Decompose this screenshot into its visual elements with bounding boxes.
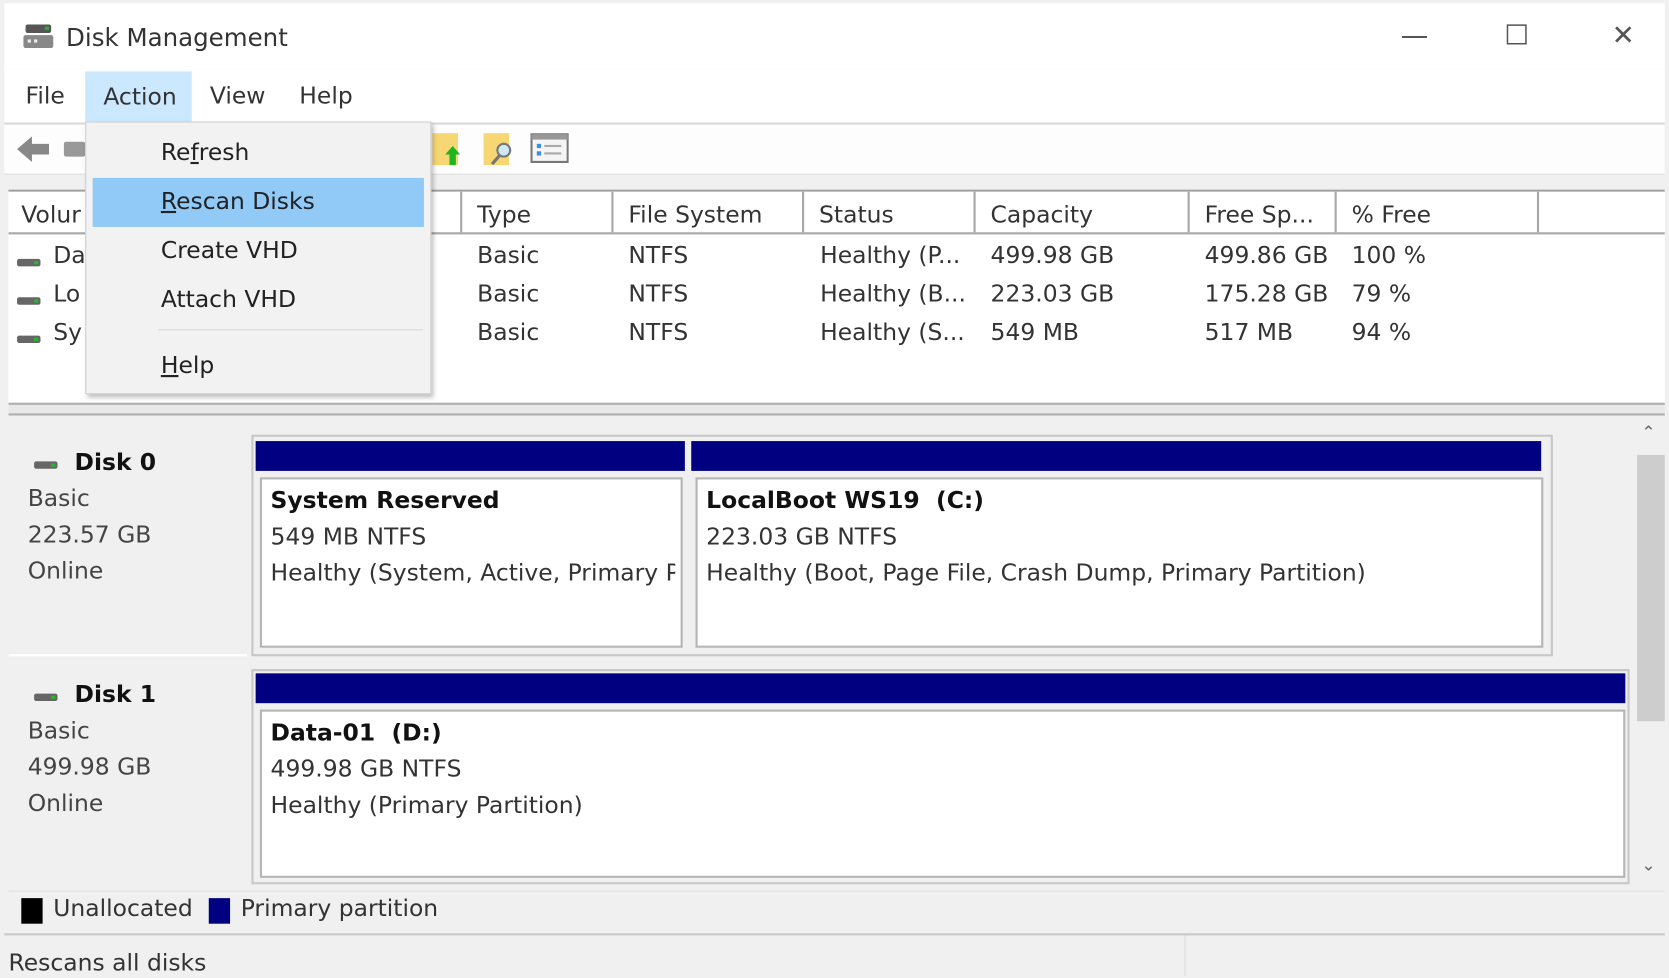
column-header-free-space[interactable]: Free Sp... <box>1190 191 1337 233</box>
volume-free-space: 175.28 GB <box>1204 281 1329 308</box>
partition-size: 499.98 GB NTFS <box>270 756 462 784</box>
disk-type: Basic <box>27 718 90 745</box>
disk-1-partitions: Data-01 (D:) 499.98 GB NTFS Healthy (Pri… <box>251 669 1630 885</box>
partition-size: 549 MB NTFS <box>270 524 427 551</box>
legend: Unallocated Primary partition <box>8 890 1665 933</box>
disk-icon <box>34 693 58 702</box>
minimize-button[interactable]: — <box>1382 20 1446 52</box>
legend-label-unallocated: Unallocated <box>53 896 193 923</box>
menu-item-refresh[interactable]: Refresh <box>86 129 430 178</box>
disk-type: Basic <box>27 485 90 513</box>
partition-d-drive[interactable]: Data-01 (D:) 499.98 GB NTFS Healthy (Pri… <box>259 709 1626 878</box>
menu-help[interactable]: Help <box>295 83 357 110</box>
volume-percent-free: 94 % <box>1351 319 1412 347</box>
legend-label-primary: Primary partition <box>240 896 439 923</box>
disk-size: 223.57 GB <box>27 522 152 549</box>
window-title: Disk Management <box>66 24 288 53</box>
volume-drive-icon <box>17 335 41 344</box>
mnemonic-r: R <box>160 188 177 216</box>
volume-file-system: NTFS <box>628 242 689 270</box>
partition-title: System Reserved <box>270 487 500 515</box>
partition-system-reserved[interactable]: System Reserved 549 MB NTFS Healthy (Sys… <box>259 477 683 648</box>
title-bar: Disk Management — ☐ ✕ <box>4 3 1665 70</box>
disk-name: Disk 1 <box>74 681 157 709</box>
disk-name: Disk 0 <box>74 449 157 477</box>
volume-file-system: NTFS <box>628 319 689 347</box>
folder-search-icon[interactable] <box>481 131 515 171</box>
volume-capacity: 549 MB <box>990 319 1080 347</box>
partition-title: LocalBoot WS19 (C:) <box>706 487 984 515</box>
volume-free-space: 499.86 GB <box>1204 242 1329 270</box>
close-button[interactable]: ✕ <box>1591 20 1655 52</box>
volume-free-space: 517 MB <box>1204 319 1294 347</box>
volume-name: Da <box>53 242 86 270</box>
menu-file[interactable]: File <box>21 83 69 110</box>
scrollbar-thumb[interactable] <box>1637 454 1665 722</box>
volume-status: Healthy (B... <box>820 281 966 308</box>
partition-bar <box>255 673 1626 704</box>
partition-bar <box>255 441 685 471</box>
disk-size: 499.98 GB <box>27 754 152 781</box>
menu-action[interactable]: Action <box>99 84 181 111</box>
volume-name: Sy <box>53 319 82 347</box>
mnemonic-f: f <box>190 139 199 167</box>
volume-status: Healthy (P... <box>820 242 961 270</box>
legend-swatch-primary <box>208 898 231 924</box>
volume-drive-icon <box>17 258 41 267</box>
pane-splitter[interactable] <box>8 402 1665 416</box>
partition-status: Healthy (Boot, Page File, Crash Dump, Pr… <box>706 560 1366 588</box>
back-arrow-icon[interactable] <box>15 133 51 169</box>
disk-0-label[interactable]: Disk 0 Basic 223.57 GB Online <box>8 428 248 657</box>
menu-separator <box>158 329 423 331</box>
volume-percent-free: 79 % <box>1351 281 1412 308</box>
menu-view[interactable]: View <box>206 83 270 110</box>
volume-drive-icon <box>17 297 41 305</box>
volume-status: Healthy (S... <box>820 319 965 347</box>
disk-management-app-icon <box>21 22 55 50</box>
column-header-file-system[interactable]: File System <box>613 191 805 233</box>
menu-item-create-vhd[interactable]: Create VHD <box>86 227 430 276</box>
partition-status: Healthy (Primary Partition) <box>270 792 583 820</box>
column-header-capacity[interactable]: Capacity <box>976 191 1190 233</box>
volume-capacity: 499.98 GB <box>990 242 1115 270</box>
vertical-scrollbar[interactable]: ⌃ ⌄ <box>1632 417 1665 891</box>
column-header-status[interactable]: Status <box>804 191 976 233</box>
properties-list-icon[interactable] <box>530 133 569 167</box>
volume-capacity: 223.03 GB <box>990 281 1115 308</box>
volume-type: Basic <box>477 242 540 270</box>
scroll-down-arrow-icon[interactable]: ⌄ <box>1641 854 1655 874</box>
volume-type: Basic <box>477 319 540 347</box>
disk-graphical-view: Disk 0 Basic 223.57 GB Online System Res… <box>8 417 1665 891</box>
menu-item-help[interactable]: Help <box>86 342 430 391</box>
volume-percent-free: 100 % <box>1351 242 1427 270</box>
volume-file-system: NTFS <box>628 281 689 308</box>
folder-up-icon[interactable] <box>430 131 462 171</box>
disk-1-label[interactable]: Disk 1 Basic 499.98 GB Online <box>8 658 248 883</box>
disk-state: Online <box>27 558 104 585</box>
disk-icon <box>34 461 58 469</box>
status-text: Rescans all disks <box>8 950 207 977</box>
forward-icon[interactable] <box>63 141 86 157</box>
partition-c-drive[interactable]: LocalBoot WS19 (C:) 223.03 GB NTFS Healt… <box>695 477 1544 648</box>
menu-item-rescan-disks[interactable]: Rescan Disks <box>92 177 424 227</box>
mnemonic-h: H <box>160 352 179 380</box>
partition-status: Healthy (System, Active, Primary P <box>270 560 676 588</box>
partition-bar <box>691 441 1542 471</box>
disk-management-window: Disk Management — ☐ ✕ File Action View H… <box>0 0 1669 978</box>
legend-swatch-unallocated <box>21 898 43 924</box>
volume-type: Basic <box>477 281 540 308</box>
maximize-button[interactable]: ☐ <box>1485 20 1549 52</box>
status-bar: Rescans all disks <box>4 933 1665 977</box>
volume-name: Lo <box>53 281 81 308</box>
disk-0-partitions: System Reserved 549 MB NTFS Healthy (Sys… <box>251 434 1553 657</box>
scroll-up-arrow-icon[interactable]: ⌃ <box>1641 422 1655 442</box>
menu-item-attach-vhd[interactable]: Attach VHD <box>86 276 430 325</box>
action-dropdown-menu: Refresh Rescan Disks Create VHD Attach V… <box>85 121 432 395</box>
status-divider <box>1184 935 1186 976</box>
partition-title: Data-01 (D:) <box>270 720 442 747</box>
column-header-type[interactable]: Type <box>462 191 614 233</box>
disk-state: Online <box>27 790 104 818</box>
partition-size: 223.03 GB NTFS <box>706 524 898 551</box>
column-header-percent-free[interactable]: % Free <box>1337 191 1540 233</box>
